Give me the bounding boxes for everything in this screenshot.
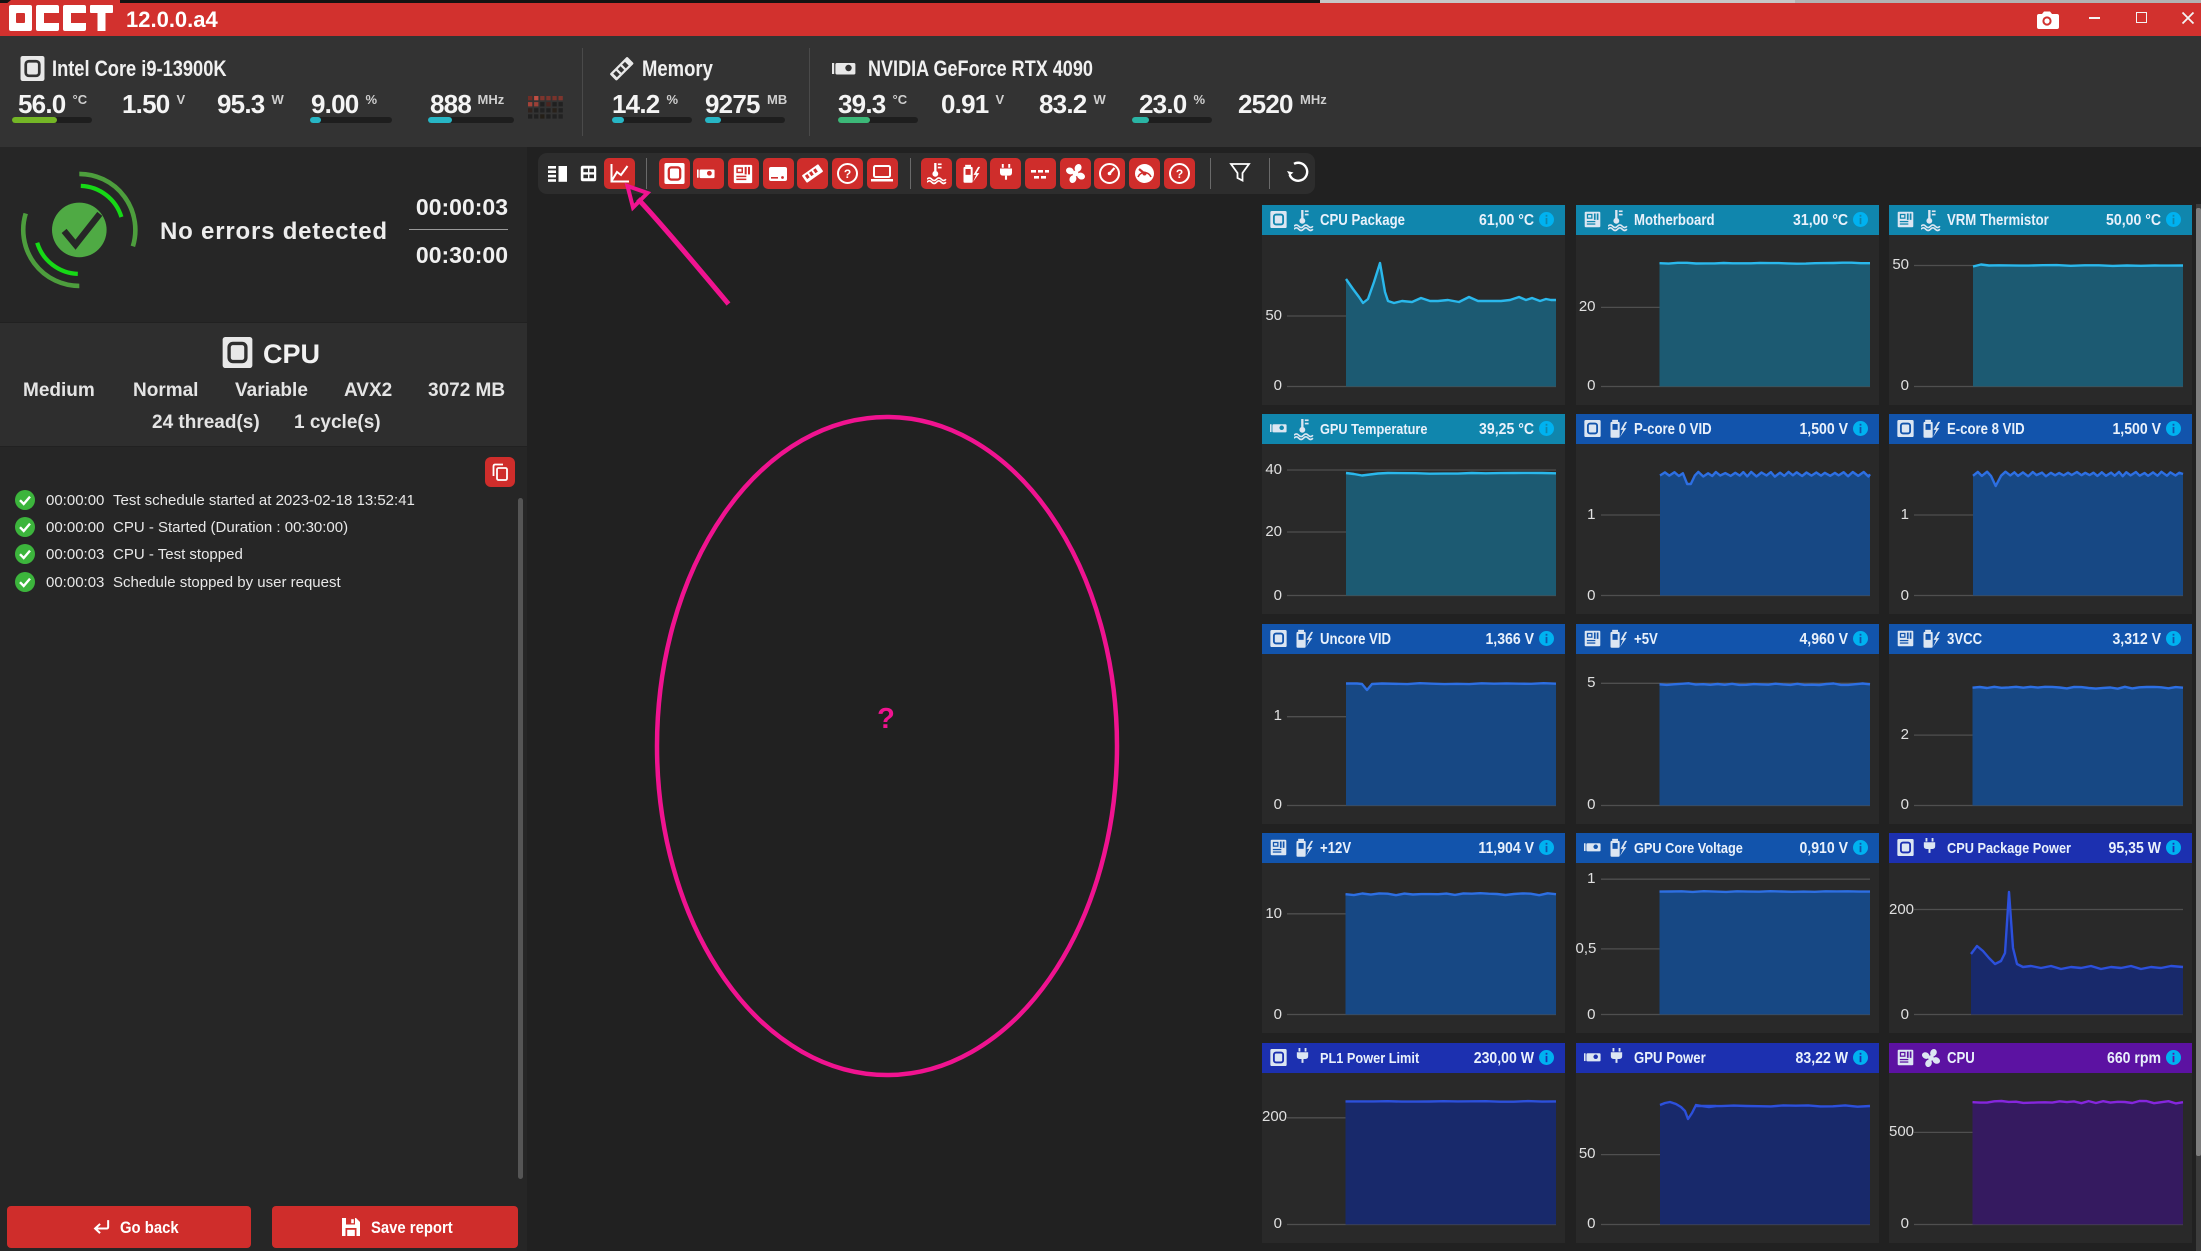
svg-text:?: ? — [1175, 167, 1182, 181]
svg-text:?: ? — [844, 167, 851, 181]
